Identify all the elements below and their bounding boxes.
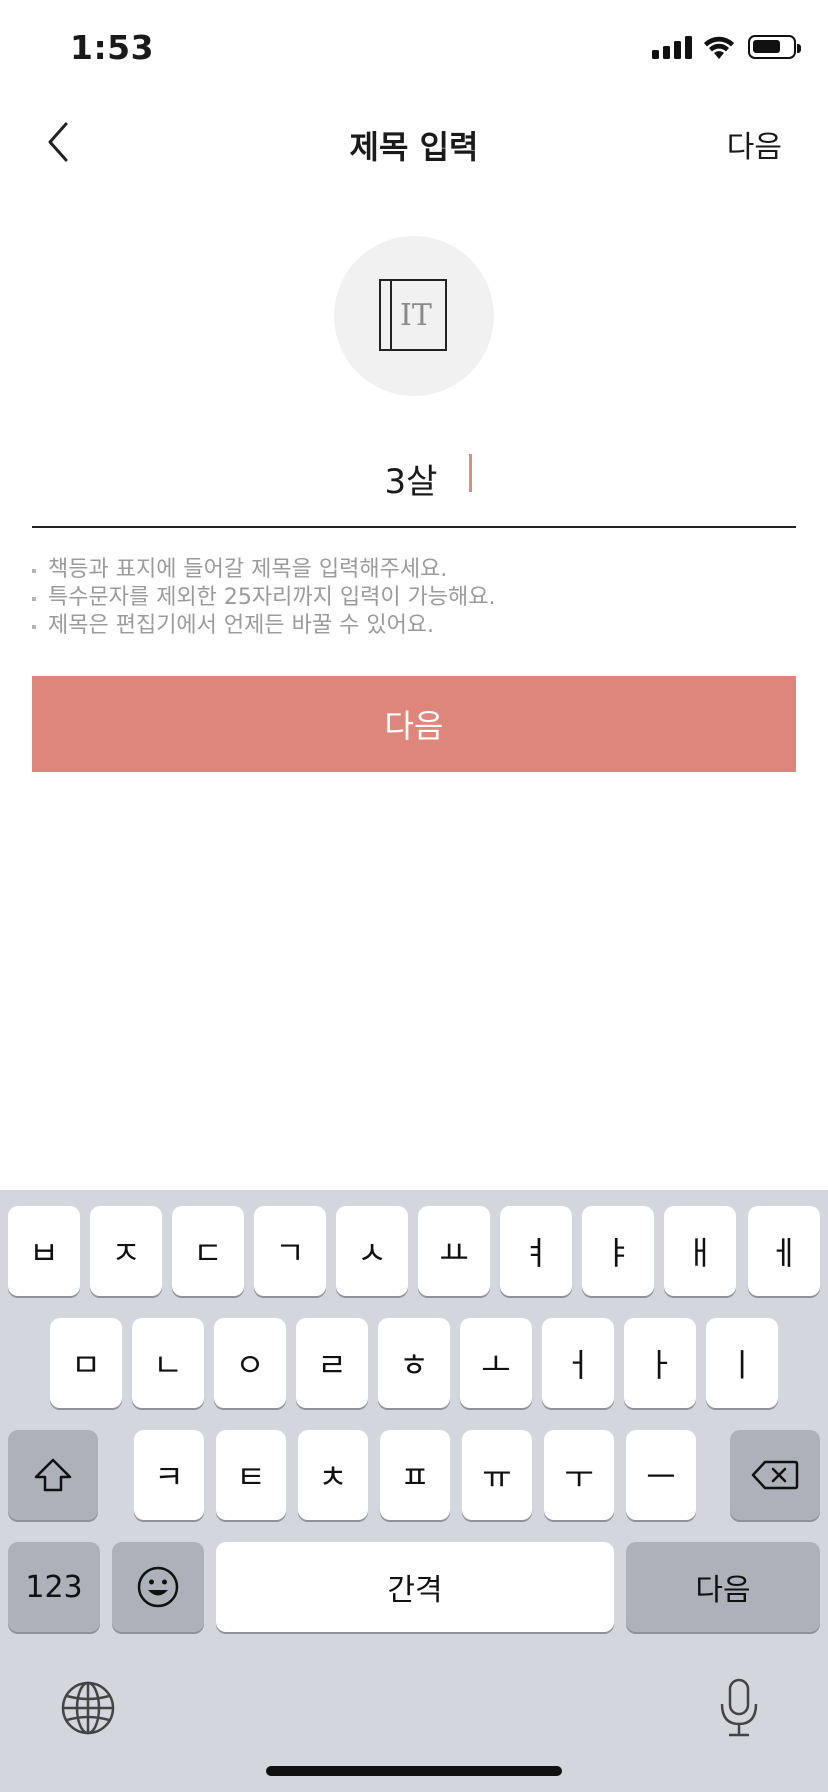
next-button[interactable]: 다음 [32, 676, 796, 772]
key-row3[interactable]: ㅊ [298, 1430, 368, 1520]
key-row1[interactable]: ㅑ [582, 1206, 654, 1296]
key-row3[interactable]: ㅠ [462, 1430, 532, 1520]
key-row2[interactable]: ㅎ [378, 1318, 450, 1408]
book-icon-letters: IT [400, 298, 432, 333]
text-cursor [469, 454, 472, 492]
key-row2[interactable]: ㄹ [296, 1318, 368, 1408]
key-row3[interactable]: ㅌ [216, 1430, 286, 1520]
key-row1[interactable]: ㄱ [254, 1206, 326, 1296]
globe-button[interactable] [58, 1678, 118, 1738]
key-row1[interactable]: ㅐ [664, 1206, 736, 1296]
hint-list: 책등과 표지에 들어갈 제목을 입력해주세요. 특수문자를 제외한 25자리까지… [32, 556, 796, 640]
key-row2[interactable]: ㅗ [460, 1318, 532, 1408]
key-row2[interactable]: ㅣ [706, 1318, 778, 1408]
shift-key[interactable] [8, 1430, 98, 1520]
microphone-button[interactable] [714, 1676, 764, 1740]
book-icon: IT [379, 279, 447, 351]
hint-item: 제목은 편집기에서 언제든 바꿀 수 있어요. [32, 612, 796, 640]
hint-item: 책등과 표지에 들어갈 제목을 입력해주세요. [32, 556, 796, 584]
battery-icon [748, 35, 801, 59]
key-row1[interactable]: ㄷ [172, 1206, 244, 1296]
emoji-key[interactable] [112, 1542, 204, 1632]
home-indicator[interactable] [266, 1766, 562, 1776]
key-row1[interactable]: ㅈ [90, 1206, 162, 1296]
title-input-value[interactable]: 3살 [32, 454, 796, 503]
key-row1[interactable]: ㅅ [336, 1206, 408, 1296]
nav-bar: 제목 입력 다음 [0, 100, 828, 180]
key-row2[interactable]: ㅓ [542, 1318, 614, 1408]
key-row1[interactable]: ㅕ [500, 1206, 572, 1296]
space-key[interactable]: 간격 [216, 1542, 614, 1632]
cellular-signal-icon [652, 35, 692, 59]
numbers-key[interactable]: 123 [8, 1542, 100, 1632]
globe-icon [61, 1681, 115, 1735]
key-row3[interactable]: ㅋ [134, 1430, 204, 1520]
return-key[interactable]: 다음 [626, 1542, 820, 1632]
key-row1[interactable]: ㅔ [748, 1206, 820, 1296]
page-title: 제목 입력 [349, 128, 479, 166]
key-row2[interactable]: ㅏ [624, 1318, 696, 1408]
emoji-icon [137, 1566, 179, 1608]
keyboard: ㅂ ㅈ ㄷ ㄱ ㅅ ㅛ ㅕ ㅑ ㅐ ㅔ ㅁ ㄴ ㅇ ㄹ ㅎ ㅗ ㅓ ㅏ ㅣ ㅋ … [0, 1190, 828, 1792]
nav-next-button[interactable]: 다음 [727, 122, 782, 166]
wifi-icon [704, 36, 734, 59]
status-bar: 1:53 [0, 0, 828, 100]
title-input-field[interactable]: 3살 [32, 440, 796, 528]
key-row3[interactable]: ㅍ [380, 1430, 450, 1520]
status-time: 1:53 [70, 28, 155, 67]
backspace-icon [751, 1460, 799, 1490]
microphone-icon [720, 1678, 758, 1737]
screen: 1:53 제목 입력 다음 IT 3살 책등과 표지에 들어갈 제목을 입력해주… [0, 0, 828, 1792]
key-row2[interactable]: ㅇ [214, 1318, 286, 1408]
backspace-key[interactable] [730, 1430, 820, 1520]
key-row3[interactable]: ㅡ [626, 1430, 696, 1520]
key-row1[interactable]: ㅛ [418, 1206, 490, 1296]
key-row3[interactable]: ㅜ [544, 1430, 614, 1520]
hint-item: 특수문자를 제외한 25자리까지 입력이 가능해요. [32, 584, 796, 612]
book-icon-badge: IT [334, 236, 494, 396]
key-row2[interactable]: ㅁ [50, 1318, 122, 1408]
key-row1[interactable]: ㅂ [8, 1206, 80, 1296]
shift-icon [34, 1458, 72, 1492]
key-row2[interactable]: ㄴ [132, 1318, 204, 1408]
status-icons [652, 34, 801, 60]
